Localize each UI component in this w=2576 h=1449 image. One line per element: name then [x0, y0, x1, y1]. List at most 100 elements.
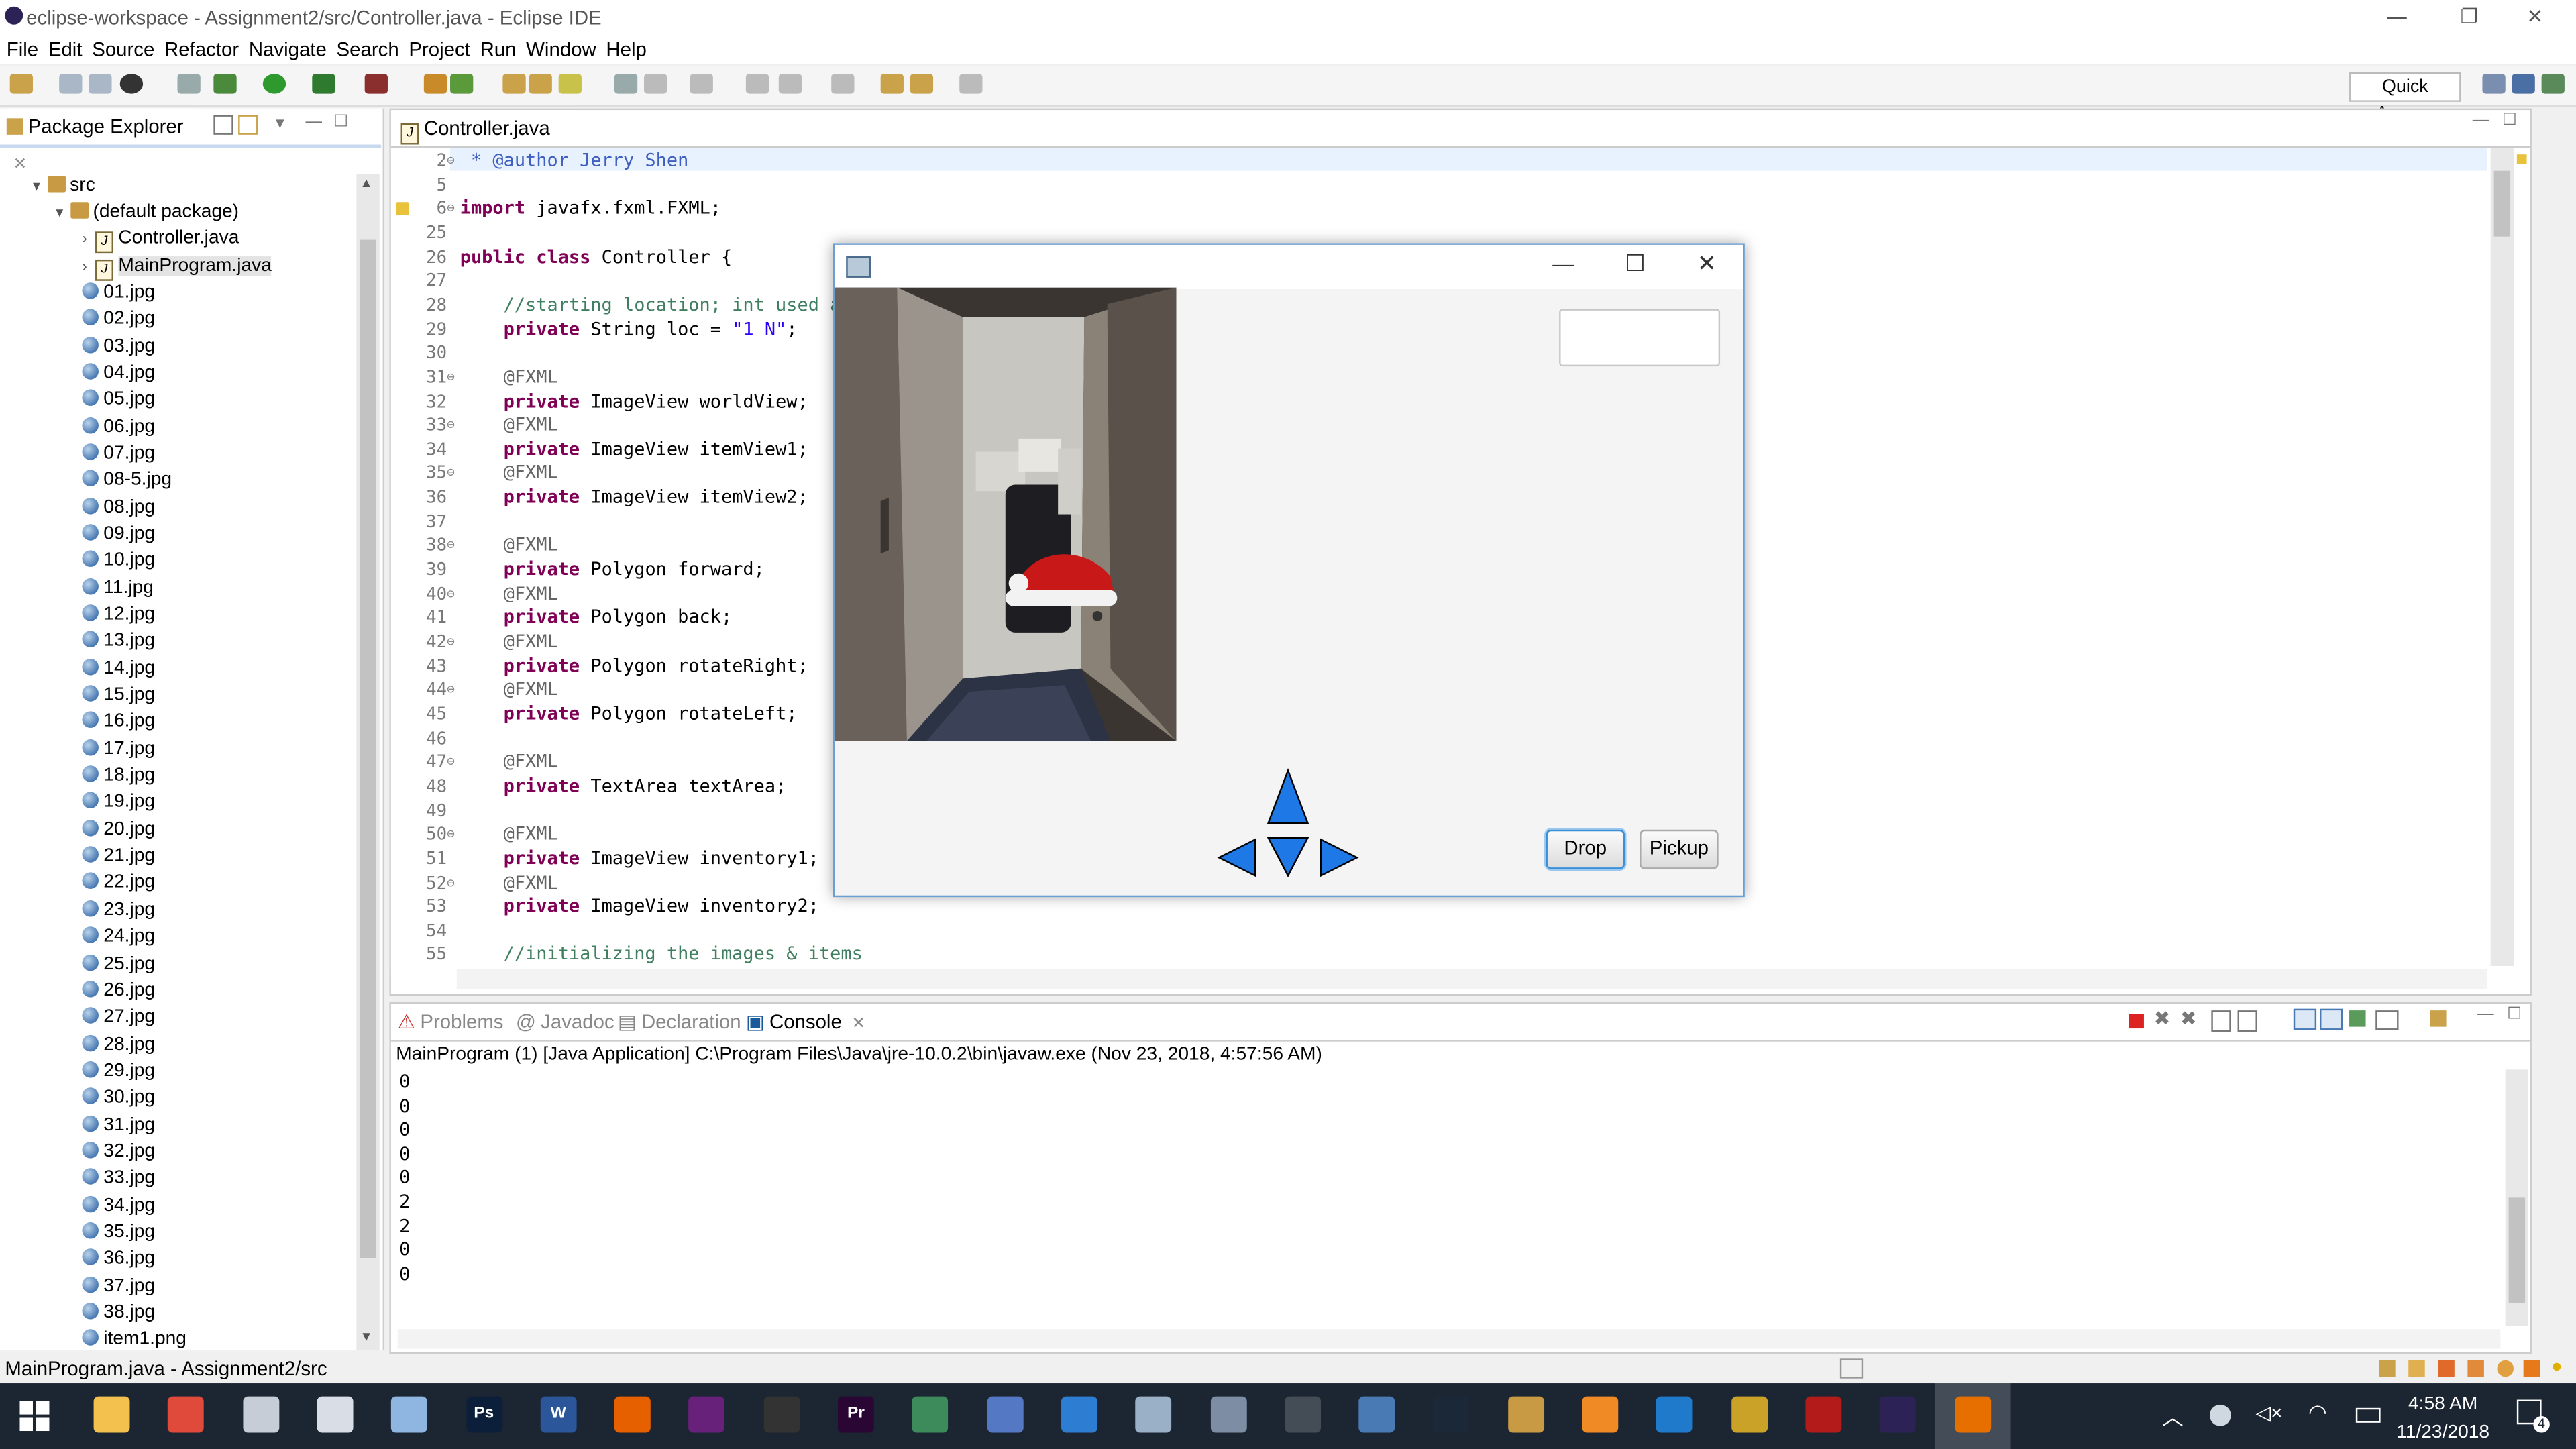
open-console-icon[interactable] — [2430, 1010, 2447, 1027]
whitespace-icon[interactable] — [745, 74, 769, 94]
tree-resource-file[interactable]: 01.jpg — [82, 279, 155, 305]
tab-console[interactable]: ▣ Console ✕ — [745, 1004, 874, 1040]
app-24-icon[interactable] — [1805, 1396, 1842, 1433]
tree-resource-file[interactable]: 30.jpg — [82, 1085, 155, 1111]
save-icon[interactable] — [59, 74, 83, 94]
tree-resource-file[interactable]: 13.jpg — [82, 629, 155, 655]
minimize-view-icon[interactable]: — — [306, 113, 322, 131]
search-icon[interactable] — [558, 74, 582, 94]
windows-start-icon[interactable] — [19, 1401, 50, 1432]
tray-icon-2[interactable] — [2408, 1360, 2425, 1377]
fold-toggle-icon[interactable]: ⊖ — [447, 751, 455, 774]
eclipse-icon[interactable] — [1880, 1396, 1916, 1433]
rotate-left-arrow[interactable] — [1217, 838, 1256, 877]
fx-close-button[interactable]: ✕ — [1697, 250, 1717, 278]
word-wrap-icon[interactable] — [690, 74, 713, 94]
profile-icon[interactable] — [119, 74, 144, 94]
chevron-right-icon[interactable]: › — [82, 230, 87, 246]
open-perspective-icon[interactable] — [2482, 74, 2506, 94]
tree-resource-file[interactable]: 02.jpg — [82, 306, 155, 332]
close-tab-icon[interactable]: ✕ — [852, 1015, 866, 1033]
firefox-icon[interactable] — [614, 1396, 651, 1433]
console-scrollbar[interactable] — [2505, 1069, 2529, 1326]
volume-muted-icon[interactable]: ◁× — [2255, 1401, 2282, 1424]
tree-resource-file[interactable]: 06.jpg — [82, 413, 155, 439]
tray-icon-4[interactable] — [2467, 1360, 2484, 1377]
tree-mainprogram-java[interactable]: › J MainProgram.java — [82, 253, 272, 281]
pickup-button[interactable]: Pickup — [1640, 829, 1719, 869]
tree-resource-file[interactable]: 35.jpg — [82, 1219, 155, 1245]
open-task-icon[interactable] — [529, 74, 552, 94]
toggle-mark-icon[interactable] — [644, 74, 667, 94]
app-20-icon[interactable] — [1507, 1396, 1544, 1433]
app-16-icon[interactable] — [1210, 1396, 1246, 1433]
menu-project[interactable]: Project — [404, 36, 475, 64]
tree-resource-file[interactable]: 16.jpg — [82, 709, 155, 735]
chrome-icon[interactable] — [168, 1396, 205, 1433]
terminal-app-icon[interactable] — [1061, 1396, 1097, 1433]
tray-icon-5[interactable] — [2497, 1360, 2514, 1377]
tree-resource-file[interactable]: 21.jpg — [82, 843, 155, 869]
show-on-error-icon[interactable] — [2319, 1008, 2343, 1030]
console-app-icon[interactable] — [1284, 1396, 1321, 1433]
package-explorer-scrollbar[interactable]: ▲ ▼ — [356, 174, 380, 1351]
scroll-up-icon[interactable]: ▲ — [360, 176, 372, 191]
prev-annotation-icon[interactable] — [831, 74, 855, 94]
steam-icon[interactable] — [1433, 1396, 1470, 1433]
fx-minimize-button[interactable]: — — [1552, 252, 1574, 276]
new-icon[interactable] — [9, 74, 33, 94]
tree-resource-file[interactable]: 34.jpg — [82, 1192, 155, 1218]
tree-resource-file[interactable]: 19.jpg — [82, 790, 155, 816]
editor-tab-controller[interactable]: JController.java ✕ — [394, 110, 576, 176]
menu-source[interactable]: Source — [87, 36, 160, 64]
coverage-icon[interactable] — [312, 74, 335, 94]
drop-button[interactable]: Drop — [1546, 829, 1625, 869]
tree-resource-file[interactable]: 09.jpg — [82, 521, 155, 547]
remove-launch-icon[interactable]: ✖ — [2154, 1007, 2171, 1030]
tree-resource-file[interactable]: 37.jpg — [82, 1273, 155, 1299]
maximize-button[interactable]: ❐ — [2433, 0, 2506, 36]
java-perspective-icon[interactable] — [2512, 74, 2535, 94]
fx-maximize-button[interactable]: ☐ — [1625, 250, 1646, 278]
back-icon[interactable] — [880, 74, 904, 94]
status-text-field[interactable] — [1559, 309, 1721, 367]
tree-resource-file[interactable]: 12.jpg — [82, 602, 155, 628]
menu-navigate[interactable]: Navigate — [244, 36, 331, 64]
tray-icon-1[interactable] — [2379, 1360, 2396, 1377]
fold-toggle-icon[interactable]: ⊖ — [447, 583, 455, 606]
tree-resource-file[interactable]: 29.jpg — [82, 1058, 155, 1084]
app-23-icon[interactable] — [1731, 1396, 1768, 1433]
menu-help[interactable]: Help — [601, 36, 651, 64]
menu-run[interactable]: Run — [475, 36, 521, 64]
minimize-view-icon[interactable]: — — [2477, 1006, 2493, 1024]
tree-src[interactable]: ▾ src — [33, 172, 95, 199]
minimize-editor-icon[interactable]: — — [2473, 112, 2489, 130]
tree-resource-file[interactable]: 08.jpg — [82, 494, 155, 520]
github-icon[interactable] — [763, 1396, 800, 1433]
tab-declaration[interactable]: ▤ Declaration — [618, 1004, 743, 1040]
skip-breakpoints-icon[interactable] — [177, 74, 201, 94]
tree-resource-file[interactable]: 32.jpg — [82, 1138, 155, 1165]
tree-resource-file[interactable]: 14.jpg — [82, 655, 155, 682]
new-package-icon[interactable] — [423, 74, 447, 94]
tab-javadoc[interactable]: @ Javadoc — [516, 1004, 614, 1040]
menu-window[interactable]: Window — [521, 36, 601, 64]
clock-time[interactable]: 4:58 AM — [2407, 1395, 2479, 1414]
tree-resource-file[interactable]: 05.jpg — [82, 386, 155, 413]
tree-resource-file[interactable]: 23.jpg — [82, 897, 155, 923]
annotation-icon[interactable] — [614, 74, 638, 94]
tray-icon-3[interactable] — [2438, 1360, 2455, 1377]
globe-app-icon[interactable] — [912, 1396, 949, 1433]
back-arrow[interactable] — [1267, 837, 1309, 877]
minimize-button[interactable]: — — [2361, 0, 2433, 36]
tree-resource-file[interactable]: 04.jpg — [82, 360, 155, 386]
forward-icon[interactable] — [959, 74, 983, 94]
fold-toggle-icon[interactable]: ⊖ — [447, 871, 455, 894]
lightbulb-icon[interactable]: ● — [2551, 1357, 2562, 1377]
box-app-icon[interactable] — [1135, 1396, 1172, 1433]
java-icon[interactable] — [1954, 1396, 1990, 1433]
close-button[interactable]: ✕ — [2499, 0, 2571, 36]
back-history-icon[interactable] — [910, 74, 934, 94]
tree-resource-file[interactable]: 22.jpg — [82, 870, 155, 896]
app-18-icon[interactable] — [1358, 1396, 1395, 1433]
